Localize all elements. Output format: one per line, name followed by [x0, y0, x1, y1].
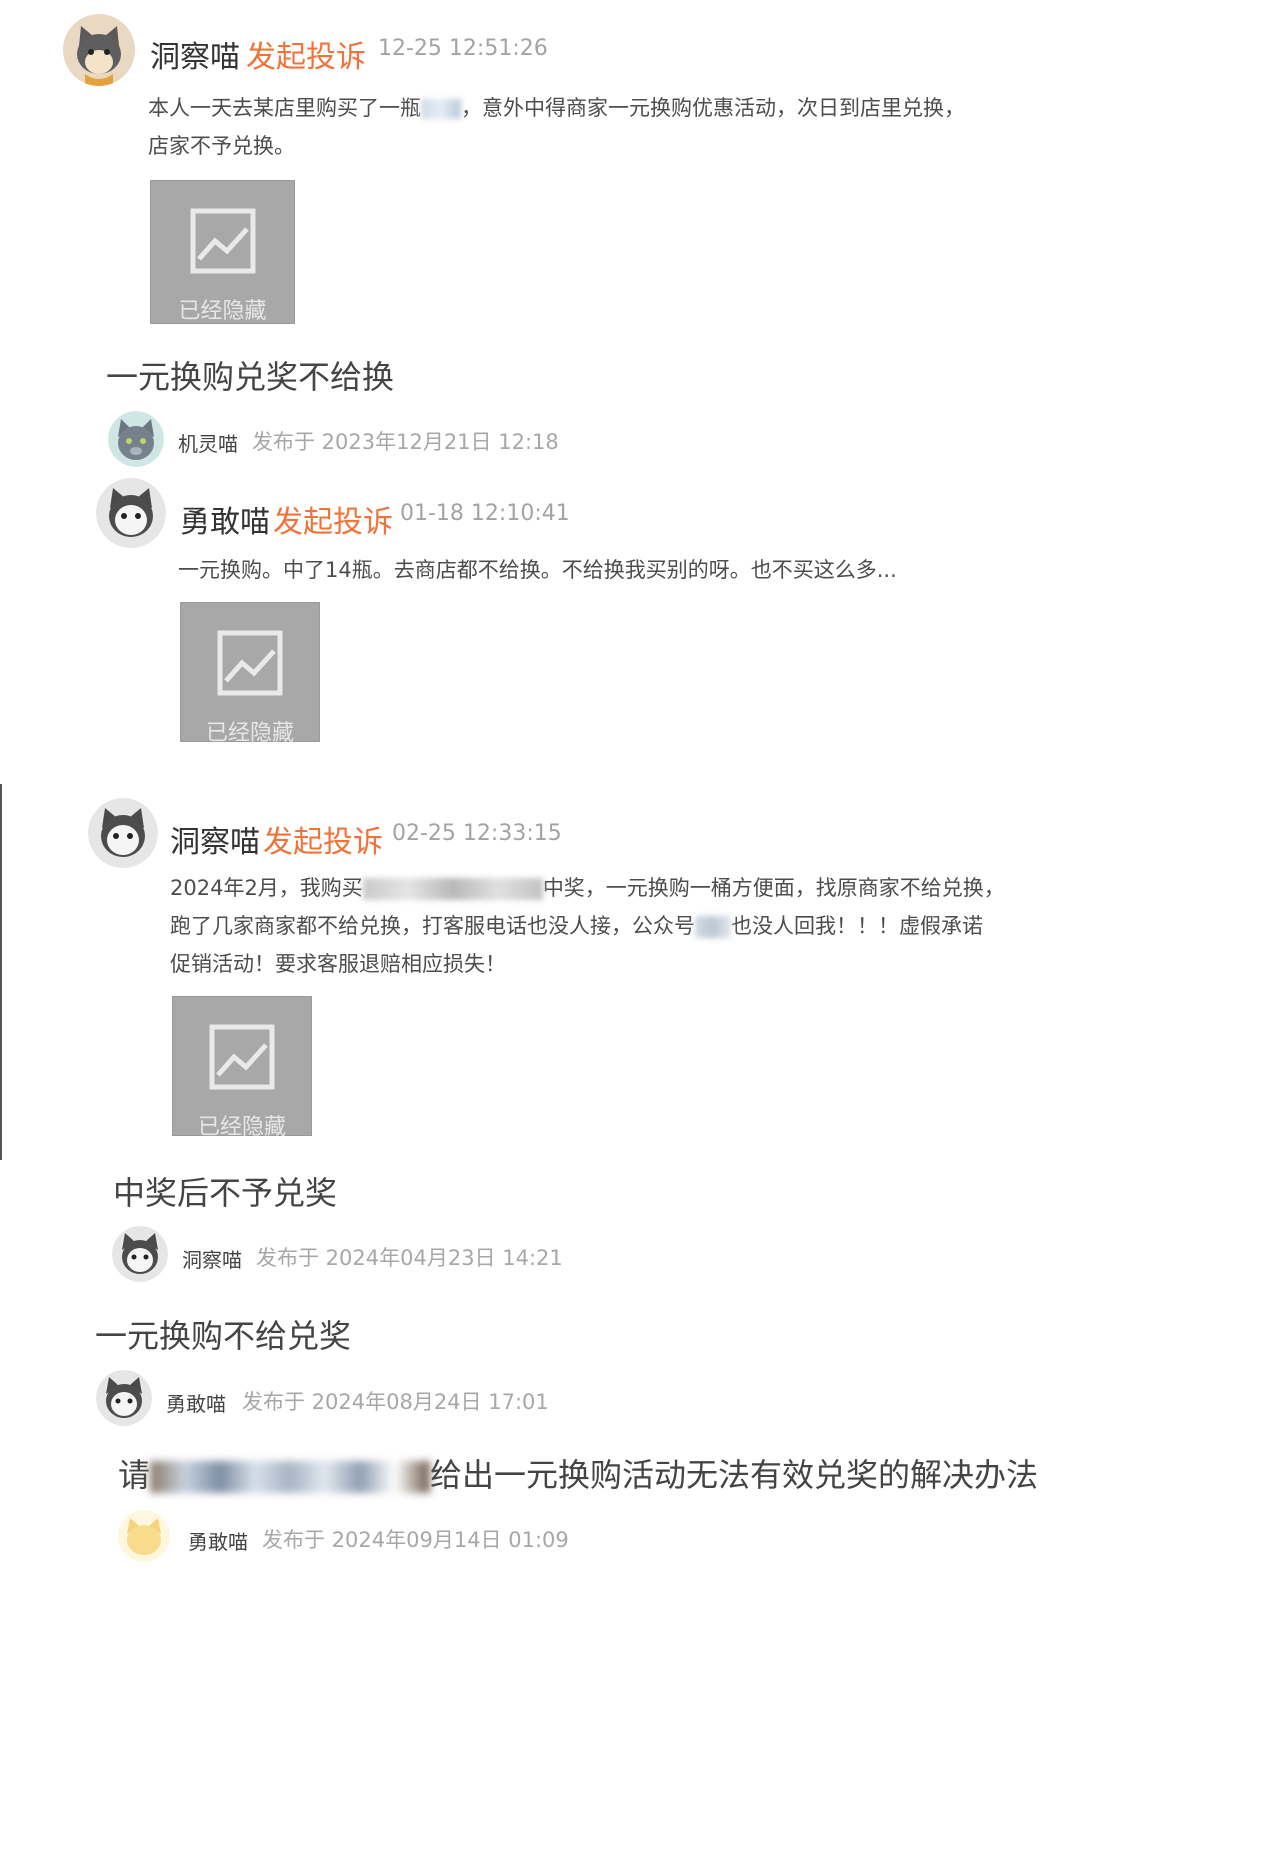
thread-title[interactable]: 中奖后不予兑奖 [113, 1168, 337, 1214]
blurred-text [421, 99, 461, 119]
complaint-label[interactable]: 发起投诉 [273, 497, 393, 541]
post-author[interactable]: 洞察喵 [170, 817, 260, 861]
thread-title-text: 给出一元换购活动无法有效兑奖的解决办法 [430, 1456, 1039, 1494]
thread-author[interactable]: 机灵喵 [178, 428, 238, 457]
user-avatar[interactable] [96, 478, 166, 548]
post-body-text: 本人一天去某店里购买了一瓶 [148, 96, 421, 120]
blurred-text [695, 916, 731, 938]
hidden-image-label: 已经隐藏 [197, 1115, 286, 1140]
image-placeholder-icon [190, 208, 255, 274]
post-body-line: 店家不予兑换。 [148, 134, 295, 158]
hidden-image[interactable]: 已经隐藏 [150, 180, 295, 324]
cat-avatar-icon [96, 478, 166, 548]
post-body-text: ，意外中得商家一元换购优惠活动，次日到店里兑换， [461, 96, 965, 120]
complaint-label[interactable]: 发起投诉 [246, 32, 366, 76]
post-body-text: 2024年2月，我购买 [170, 876, 363, 900]
cat-avatar-icon [88, 798, 158, 868]
post-time: 01-18 12:10:41 [400, 501, 570, 526]
blurred-text [362, 878, 543, 900]
user-avatar[interactable] [88, 798, 158, 868]
cat-avatar-icon [63, 14, 135, 86]
image-placeholder-icon [217, 630, 283, 696]
post-author[interactable]: 洞察喵 [150, 32, 240, 76]
post-time: 02-25 12:33:15 [392, 821, 562, 846]
post-body-text: 也没人回我！！！虚假承诺 [731, 914, 983, 938]
user-avatar[interactable] [96, 1370, 152, 1426]
post-body-text: 中奖，一元换购一桶方便面，找原商家不给兑换， [542, 876, 1005, 900]
post-body-line: 促销活动！要求客服退赔相应损失！ [170, 952, 506, 976]
post-body: 一元换购。中了14瓶。去商店都不给换。不给换我买别的呀。也不买这么多... [178, 558, 897, 582]
hidden-image[interactable]: 已经隐藏 [180, 602, 320, 746]
thread-author[interactable]: 勇敢喵 [166, 1388, 226, 1417]
thread-title-text: 请 [118, 1456, 151, 1494]
thread-meta: 发布于 2024年09月14日 01:09 [262, 1528, 569, 1552]
user-avatar[interactable] [118, 1510, 170, 1562]
hidden-image-label: 已经隐藏 [205, 721, 294, 746]
image-placeholder-icon [209, 1024, 275, 1090]
cat-avatar-icon [96, 1370, 152, 1426]
thread-author[interactable]: 洞察喵 [182, 1244, 242, 1273]
thread-title[interactable]: 请 给出一元换购活动无法有效兑奖的解决办法 [118, 1450, 1038, 1496]
divider-line [0, 784, 2, 1160]
user-avatar[interactable] [112, 1226, 168, 1282]
post-time: 12-25 12:51:26 [378, 36, 548, 61]
thread-meta: 发布于 2023年12月21日 12:18 [252, 430, 559, 454]
thread-title[interactable]: 一元换购不给兑奖 [95, 1311, 351, 1357]
hidden-image[interactable]: 已经隐藏 [172, 996, 312, 1140]
yellow-cat-avatar-icon [118, 1510, 170, 1562]
user-avatar[interactable] [63, 14, 135, 86]
thread-meta: 发布于 2024年08月24日 17:01 [242, 1390, 549, 1414]
blurred-text [150, 1461, 431, 1493]
cat-avatar-icon [112, 1226, 168, 1282]
complaint-label[interactable]: 发起投诉 [263, 817, 383, 861]
user-avatar[interactable] [108, 411, 164, 467]
gray-cat-avatar-icon [108, 411, 164, 467]
thread-meta: 发布于 2024年04月23日 14:21 [256, 1246, 563, 1270]
post-body-text: 跑了几家商家都不给兑换，打客服电话也没人接，公众号 [170, 914, 695, 938]
thread-title[interactable]: 一元换购兑奖不给换 [106, 352, 394, 398]
post-author[interactable]: 勇敢喵 [180, 497, 270, 541]
hidden-image-label: 已经隐藏 [178, 299, 267, 324]
thread-author[interactable]: 勇敢喵 [188, 1526, 248, 1555]
